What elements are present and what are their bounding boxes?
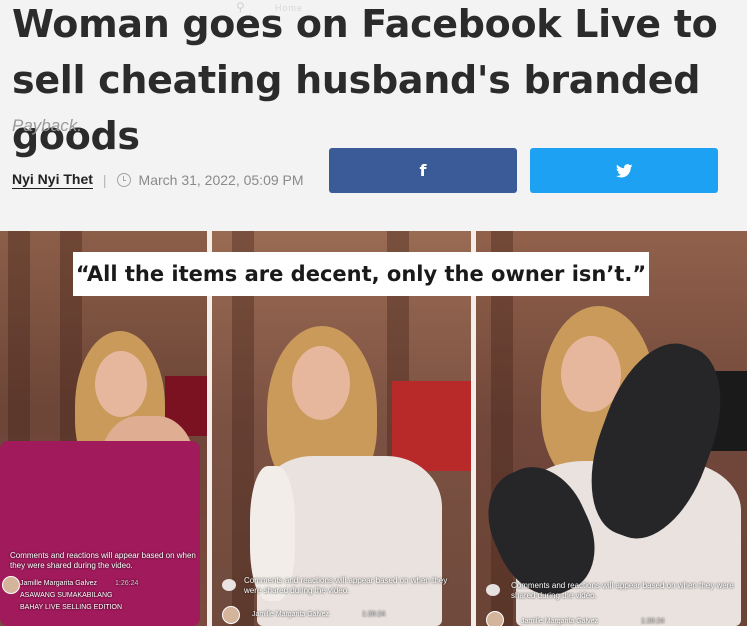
comment-bubble-icon — [486, 584, 500, 596]
comment-timestamp: 1:26:24 — [641, 618, 665, 625]
comment-timestamp: 1:26:24 — [362, 611, 386, 618]
publish-date: March 31, 2022, 05:09 PM — [138, 172, 304, 188]
author-link[interactable]: Nyi Nyi Thet — [12, 171, 93, 189]
avatar — [486, 611, 504, 626]
article-headline: Woman goes on Facebook Live to sell chea… — [12, 2, 718, 158]
avatar — [222, 606, 240, 624]
face — [292, 346, 350, 420]
article-header: ⚲ Home Woman goes on Facebook Live to se… — [0, 0, 747, 207]
commenter-name: Jamille Margarita Galvez — [252, 611, 330, 618]
byline-separator: | — [102, 172, 107, 188]
comment-notice: Comments and reactions will appear based… — [511, 581, 734, 600]
caption-line-2: BAHAY LIVE SELLING EDITION — [20, 604, 123, 611]
quote-caption: “All the items are decent, only the owne… — [73, 252, 649, 296]
caption-line-1: ASAWANG SUMAKABILANG — [20, 592, 113, 599]
commenter-name: Jamille Margarita Galvez — [20, 580, 98, 587]
twitter-icon — [615, 163, 633, 177]
comment-notice: Comments and reactions will appear based… — [244, 576, 448, 595]
facebook-share-button[interactable]: f — [329, 148, 517, 193]
comment-bubble-icon — [222, 579, 236, 591]
face — [95, 351, 147, 417]
hanging-clothes — [392, 381, 471, 471]
article-hero-image: Comments and reactions will appear based… — [0, 231, 747, 626]
clock-icon — [116, 173, 131, 187]
avatar — [2, 576, 20, 594]
article-subtitle: Payback. — [12, 116, 82, 135]
comment-timestamp: 1:26:24 — [115, 580, 139, 587]
twitter-share-button[interactable] — [530, 148, 718, 193]
comment-notice: Comments and reactions will appear based… — [10, 551, 196, 570]
commenter-name: Jamille Margarita Galvez — [521, 618, 599, 625]
byline: Nyi Nyi Thet | March 31, 2022, 05:09 PM — [12, 171, 304, 189]
facebook-icon: f — [419, 161, 427, 180]
